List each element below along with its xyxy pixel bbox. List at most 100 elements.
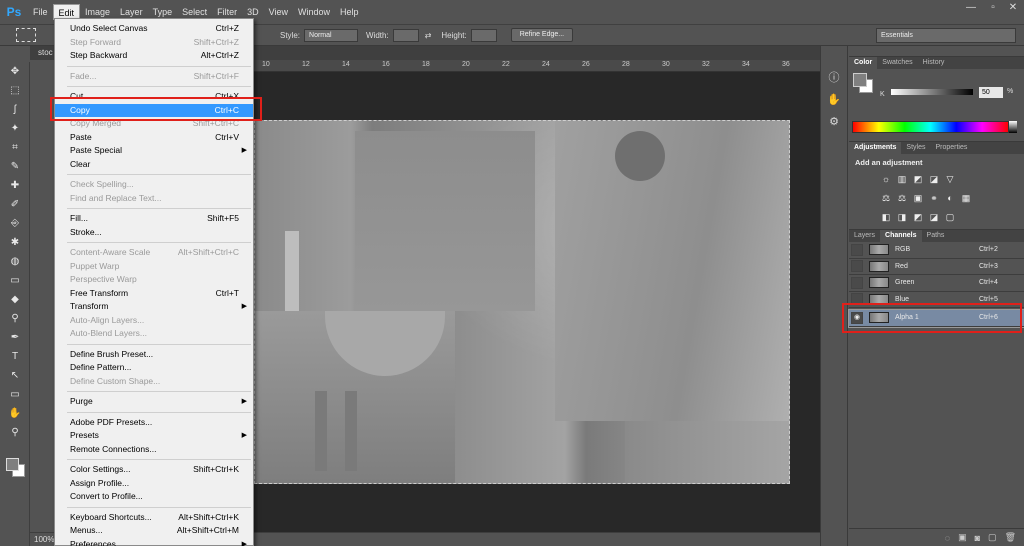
menu-item-undo-select-canvas[interactable]: Undo Select Canvas Ctrl+Z	[55, 22, 253, 36]
menu-item-assign-profile[interactable]: Assign Profile...	[55, 477, 253, 491]
menu-item-presets[interactable]: Presets ▶	[55, 429, 253, 443]
menu-item-clear[interactable]: Clear	[55, 158, 253, 172]
height-field[interactable]	[470, 28, 497, 42]
maximize-icon[interactable]: ▫	[984, 2, 1002, 16]
path-select-tool-icon[interactable]: ↖	[0, 366, 30, 385]
foreground-color-swatch[interactable]	[6, 458, 19, 471]
blur-tool-icon[interactable]: ◆	[0, 290, 30, 309]
color-spectrum[interactable]	[852, 121, 1009, 133]
width-field[interactable]	[392, 28, 419, 42]
duplicate-channel-icon[interactable]: ▢	[988, 532, 997, 543]
photo-filter-icon[interactable]: ⚭	[927, 191, 941, 205]
stamp-tool-icon[interactable]: ⎆	[0, 214, 30, 233]
menu-item-purge[interactable]: Purge ▶	[55, 395, 253, 409]
style-select[interactable]: Normal	[304, 28, 359, 42]
tab-channels[interactable]: Channels	[880, 230, 922, 242]
image-canvas[interactable]	[254, 120, 790, 484]
healing-tool-icon[interactable]: ✚	[0, 176, 30, 195]
menu-item-fill[interactable]: Fill... Shift+F5	[55, 212, 253, 226]
history-brush-tool-icon[interactable]: ✱	[0, 233, 30, 252]
zoom-level[interactable]: 100%	[34, 535, 54, 544]
menu-item-keyboard-shortcuts[interactable]: Keyboard Shortcuts... Alt+Shift+Ctrl+K	[55, 511, 253, 525]
menu-help[interactable]: Help	[335, 4, 364, 20]
workspace-select[interactable]: Essentials	[876, 28, 1016, 43]
k-slider[interactable]	[891, 89, 973, 95]
menu-item-paste[interactable]: Paste Ctrl+V	[55, 131, 253, 145]
menu-item-adobe-pdf-presets[interactable]: Adobe PDF Presets...	[55, 416, 253, 430]
menu-item-step-backward[interactable]: Step Backward Alt+Ctrl+Z	[55, 49, 253, 63]
tab-adjustments[interactable]: Adjustments	[849, 142, 902, 154]
swap-icon[interactable]: ⇄	[425, 31, 432, 40]
channel-row-red[interactable]: Red Ctrl+3	[849, 259, 1024, 275]
move-tool-icon[interactable]: ✥	[0, 62, 30, 81]
foreground-color-chip[interactable]	[853, 73, 867, 87]
crop-tool-icon[interactable]: ⌗	[0, 138, 30, 157]
menu-file[interactable]: File	[28, 4, 53, 20]
menu-window[interactable]: Window	[293, 4, 335, 20]
save-selection-icon[interactable]: ▣	[958, 532, 967, 543]
menu-item-stroke[interactable]: Stroke...	[55, 226, 253, 240]
pen-tool-icon[interactable]: ✒	[0, 328, 30, 347]
menu-item-menus[interactable]: Menus... Alt+Shift+Ctrl+M	[55, 524, 253, 538]
menu-item-convert-to-profile[interactable]: Convert to Profile...	[55, 490, 253, 504]
menu-item-color-settings[interactable]: Color Settings... Shift+Ctrl+K	[55, 463, 253, 477]
brush-tool-icon[interactable]: ✐	[0, 195, 30, 214]
tab-layers[interactable]: Layers	[849, 230, 880, 242]
hand-icon[interactable]: ✋	[821, 88, 847, 110]
exposure-icon[interactable]: ◪	[927, 172, 941, 186]
visibility-toggle[interactable]	[851, 260, 863, 273]
dodge-tool-icon[interactable]: ⚲	[0, 309, 30, 328]
selective-color-icon[interactable]: ▢	[943, 210, 957, 224]
color-balance-icon[interactable]: ⚖	[895, 191, 909, 205]
grayscale-ramp[interactable]	[1009, 121, 1017, 133]
levels-icon[interactable]: ▥	[895, 172, 909, 186]
tab-color[interactable]: Color	[849, 57, 878, 69]
posterize-icon[interactable]: ◨	[895, 210, 909, 224]
shape-tool-icon[interactable]: ▭	[0, 385, 30, 404]
visibility-toggle[interactable]	[851, 243, 863, 256]
refine-edge-button[interactable]: Refine Edge...	[510, 28, 574, 42]
new-channel-icon[interactable]: ◙	[975, 533, 980, 543]
menu-item-define-pattern[interactable]: Define Pattern...	[55, 361, 253, 375]
menu-item-define-brush-preset[interactable]: Define Brush Preset...	[55, 348, 253, 362]
color-lookup-icon[interactable]: ▦	[959, 191, 973, 205]
menu-item-remote-connections[interactable]: Remote Connections...	[55, 443, 253, 457]
channel-mixer-icon[interactable]: ◐	[943, 191, 957, 205]
close-icon[interactable]: ✕	[1004, 2, 1022, 16]
hue-saturation-icon[interactable]: ⚖	[879, 191, 893, 205]
hand-tool-icon[interactable]: ✋	[0, 404, 30, 423]
menu-item-preferences[interactable]: Preferences ▶	[55, 538, 253, 546]
tab-styles[interactable]: Styles	[901, 142, 930, 154]
gradient-tool-icon[interactable]: ▭	[0, 271, 30, 290]
channel-row-rgb[interactable]: RGB Ctrl+2	[849, 242, 1024, 259]
marquee-tool-icon[interactable]: ⬚	[0, 81, 30, 100]
zoom-tool-icon[interactable]: ⚲	[0, 423, 30, 442]
lasso-tool-icon[interactable]: ʃ	[0, 100, 30, 119]
tab-paths[interactable]: Paths	[922, 230, 950, 242]
invert-icon[interactable]: ◧	[879, 210, 893, 224]
black-white-icon[interactable]: ▣	[911, 191, 925, 205]
trash-icon[interactable]: 🗑	[1005, 532, 1016, 543]
brightness-icon[interactable]: ☼	[879, 172, 893, 186]
marquee-preset-icon[interactable]	[16, 28, 36, 42]
threshold-icon[interactable]: ◩	[911, 210, 925, 224]
menu-item-paste-special[interactable]: Paste Special ▶	[55, 144, 253, 158]
vibrance-icon[interactable]: ▽	[943, 172, 957, 186]
info-icon[interactable]: ⓘ	[821, 66, 847, 88]
properties-icon[interactable]: ⚙	[821, 110, 847, 132]
tab-history[interactable]: History	[918, 57, 950, 69]
menu-item-free-transform[interactable]: Free Transform Ctrl+T	[55, 287, 253, 301]
gradient-map-icon[interactable]: ◪	[927, 210, 941, 224]
menu-item-transform[interactable]: Transform ▶	[55, 300, 253, 314]
curves-icon[interactable]: ◩	[911, 172, 925, 186]
menu-view[interactable]: View	[264, 4, 293, 20]
quick-select-tool-icon[interactable]: ✦	[0, 119, 30, 138]
eyedropper-tool-icon[interactable]: ✎	[0, 157, 30, 176]
tab-properties[interactable]: Properties	[930, 142, 972, 154]
minimize-icon[interactable]: —	[962, 2, 980, 16]
tab-swatches[interactable]: Swatches	[877, 57, 917, 69]
type-tool-icon[interactable]: T	[0, 347, 30, 366]
visibility-toggle[interactable]	[851, 276, 863, 289]
eraser-tool-icon[interactable]: ◍	[0, 252, 30, 271]
load-selection-icon[interactable]: ◌	[945, 533, 950, 543]
